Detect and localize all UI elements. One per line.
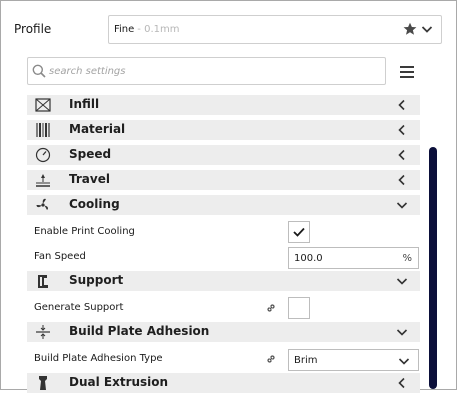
setting-label: Generate Support <box>34 302 124 313</box>
infill-icon <box>35 98 51 112</box>
adhesion-type-value: Brim <box>294 354 318 366</box>
adhesion-type-dropdown[interactable]: Brim <box>288 349 419 371</box>
category-support[interactable]: Support <box>27 271 420 291</box>
category-speed[interactable]: Speed <box>27 145 420 165</box>
support-icon <box>38 275 48 288</box>
chevron-left-icon <box>398 377 405 389</box>
fan-icon <box>36 198 49 210</box>
settings-menu-button[interactable] <box>398 63 416 79</box>
setting-label: Fan Speed <box>34 251 86 262</box>
category-material[interactable]: Material <box>27 120 420 140</box>
enable-cooling-checkbox[interactable] <box>288 221 310 243</box>
link-icon[interactable] <box>265 302 277 314</box>
profile-dropdown[interactable]: Fine - 0.1mm <box>108 15 442 44</box>
star-icon[interactable] <box>403 22 417 36</box>
category-dual-extrusion[interactable]: Dual Extrusion <box>27 373 420 393</box>
link-icon[interactable] <box>265 353 277 365</box>
settings-list: Infill Material Speed Travel Cooling Ena… <box>27 95 420 398</box>
chevron-down-icon <box>421 26 433 33</box>
generate-support-checkbox[interactable] <box>288 297 310 319</box>
profile-name: Fine <box>114 24 135 35</box>
chevron-down-icon <box>398 358 410 365</box>
profile-label: Profile <box>14 22 52 36</box>
setting-fan-speed: Fan Speed 100.0 % <box>27 245 420 270</box>
search-icon <box>32 64 46 78</box>
category-label: Infill <box>69 97 100 111</box>
fan-speed-input[interactable]: 100.0 % <box>288 247 419 269</box>
chevron-down-icon <box>396 202 408 209</box>
settings-panel: Profile Fine - 0.1mm search settings Inf… <box>0 0 457 393</box>
category-label: Build Plate Adhesion <box>69 324 210 338</box>
chevron-left-icon <box>398 99 405 111</box>
dual-extrusion-icon <box>39 376 47 390</box>
setting-enable-print-cooling: Enable Print Cooling <box>27 220 420 245</box>
setting-build-plate-adhesion-type: Build Plate Adhesion Type Brim <box>27 347 420 372</box>
setting-label: Enable Print Cooling <box>34 226 135 237</box>
category-build-plate-adhesion[interactable]: Build Plate Adhesion <box>27 322 420 342</box>
setting-label: Build Plate Adhesion Type <box>34 353 163 364</box>
fan-speed-value: 100.0 <box>294 252 323 264</box>
material-icon <box>36 123 50 137</box>
search-box[interactable] <box>27 57 386 85</box>
category-infill[interactable]: Infill <box>27 95 420 115</box>
speed-gauge-icon <box>35 147 51 163</box>
setting-generate-support: Generate Support <box>27 296 420 321</box>
category-label: Speed <box>69 147 112 161</box>
category-label: Travel <box>69 172 110 186</box>
category-travel[interactable]: Travel <box>27 170 420 190</box>
category-label: Dual Extrusion <box>69 375 169 389</box>
chevron-left-icon <box>398 149 405 161</box>
travel-icon <box>36 174 50 187</box>
search-input[interactable] <box>46 65 369 77</box>
category-label: Material <box>69 122 126 136</box>
scrollbar-thumb[interactable] <box>429 147 437 389</box>
category-label: Cooling <box>69 197 120 211</box>
category-cooling[interactable]: Cooling <box>27 195 420 215</box>
chevron-down-icon <box>396 329 408 336</box>
adhesion-icon <box>36 325 50 339</box>
chevron-left-icon <box>398 174 405 186</box>
chevron-left-icon <box>398 124 405 136</box>
fan-speed-unit: % <box>402 253 412 264</box>
checkmark-icon <box>293 227 305 237</box>
chevron-down-icon <box>396 278 408 285</box>
category-label: Support <box>69 273 124 287</box>
profile-layer-height: - 0.1mm <box>137 24 180 35</box>
